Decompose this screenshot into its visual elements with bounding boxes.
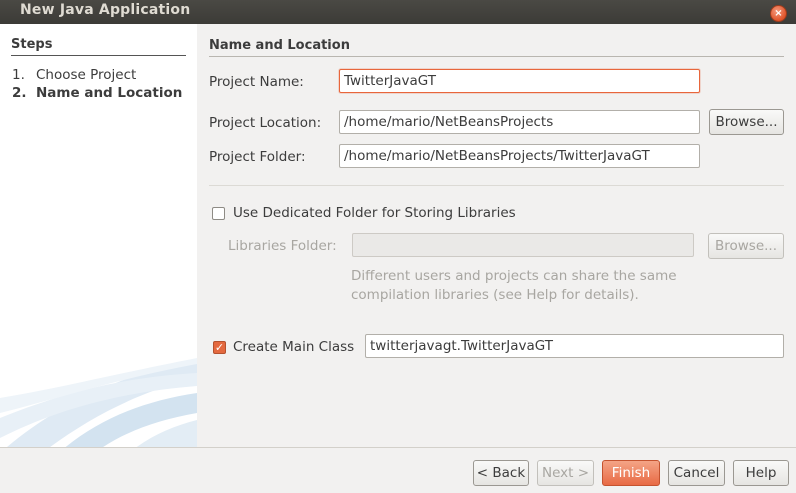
steps-title: Steps (11, 37, 53, 52)
back-button[interactable]: < Back (473, 460, 529, 486)
main-class-input[interactable]: twitterjavagt.TwitterJavaGT (365, 334, 784, 358)
name-and-location-panel: Name and Location Project Name: TwitterJ… (197, 24, 796, 447)
panel-divider (209, 56, 784, 57)
project-folder-input[interactable]: /home/mario/NetBeansProjects/TwitterJava… (339, 144, 700, 168)
close-icon: × (774, 8, 783, 19)
window-title: New Java Application (20, 2, 191, 18)
dedicated-folder-checkbox[interactable] (212, 207, 225, 220)
browse-location-button[interactable]: Browse... (709, 109, 784, 135)
project-name-input[interactable]: TwitterJavaGT (339, 69, 700, 93)
step-label: Choose Project (36, 67, 137, 83)
section-divider (209, 185, 784, 186)
cancel-button[interactable]: Cancel (668, 460, 725, 486)
finish-button[interactable]: Finish (602, 460, 660, 486)
step-choose-project: 1. Choose Project (12, 67, 136, 83)
step-name-and-location: 2. Name and Location (12, 85, 182, 101)
panel-title: Name and Location (209, 38, 350, 53)
browse-libraries-button: Browse... (708, 233, 784, 259)
title-bar: New Java Application × (0, 0, 796, 24)
libraries-folder-input (352, 233, 694, 257)
libraries-hint-line-1: Different users and projects can share t… (351, 268, 677, 284)
close-window-button[interactable]: × (770, 5, 787, 22)
step-number: 2. (12, 85, 27, 101)
project-location-input[interactable]: /home/mario/NetBeansProjects (339, 110, 700, 134)
help-button[interactable]: Help (733, 460, 789, 486)
project-name-label: Project Name: (209, 74, 304, 90)
checkmark-icon: ✓ (214, 341, 225, 354)
step-number: 1. (12, 67, 25, 83)
step-label: Name and Location (36, 85, 183, 101)
project-folder-label: Project Folder: (209, 149, 306, 165)
next-button: Next > (537, 460, 594, 486)
libraries-hint-line-2: compilation libraries (see Help for deta… (351, 287, 639, 303)
create-main-class-checkbox[interactable]: ✓ (213, 341, 226, 354)
create-main-class-label[interactable]: Create Main Class (233, 339, 354, 355)
dialog-footer: < Back Next > Finish Cancel Help (0, 447, 796, 493)
steps-panel: Steps 1. Choose Project 2. Name and Locati… (0, 24, 197, 447)
dedicated-folder-label[interactable]: Use Dedicated Folder for Storing Librari… (233, 205, 516, 221)
libraries-folder-label: Libraries Folder: (228, 238, 337, 254)
steps-divider (11, 55, 186, 56)
netbeans-swoosh-graphic (0, 358, 197, 447)
project-location-label: Project Location: (209, 115, 322, 131)
